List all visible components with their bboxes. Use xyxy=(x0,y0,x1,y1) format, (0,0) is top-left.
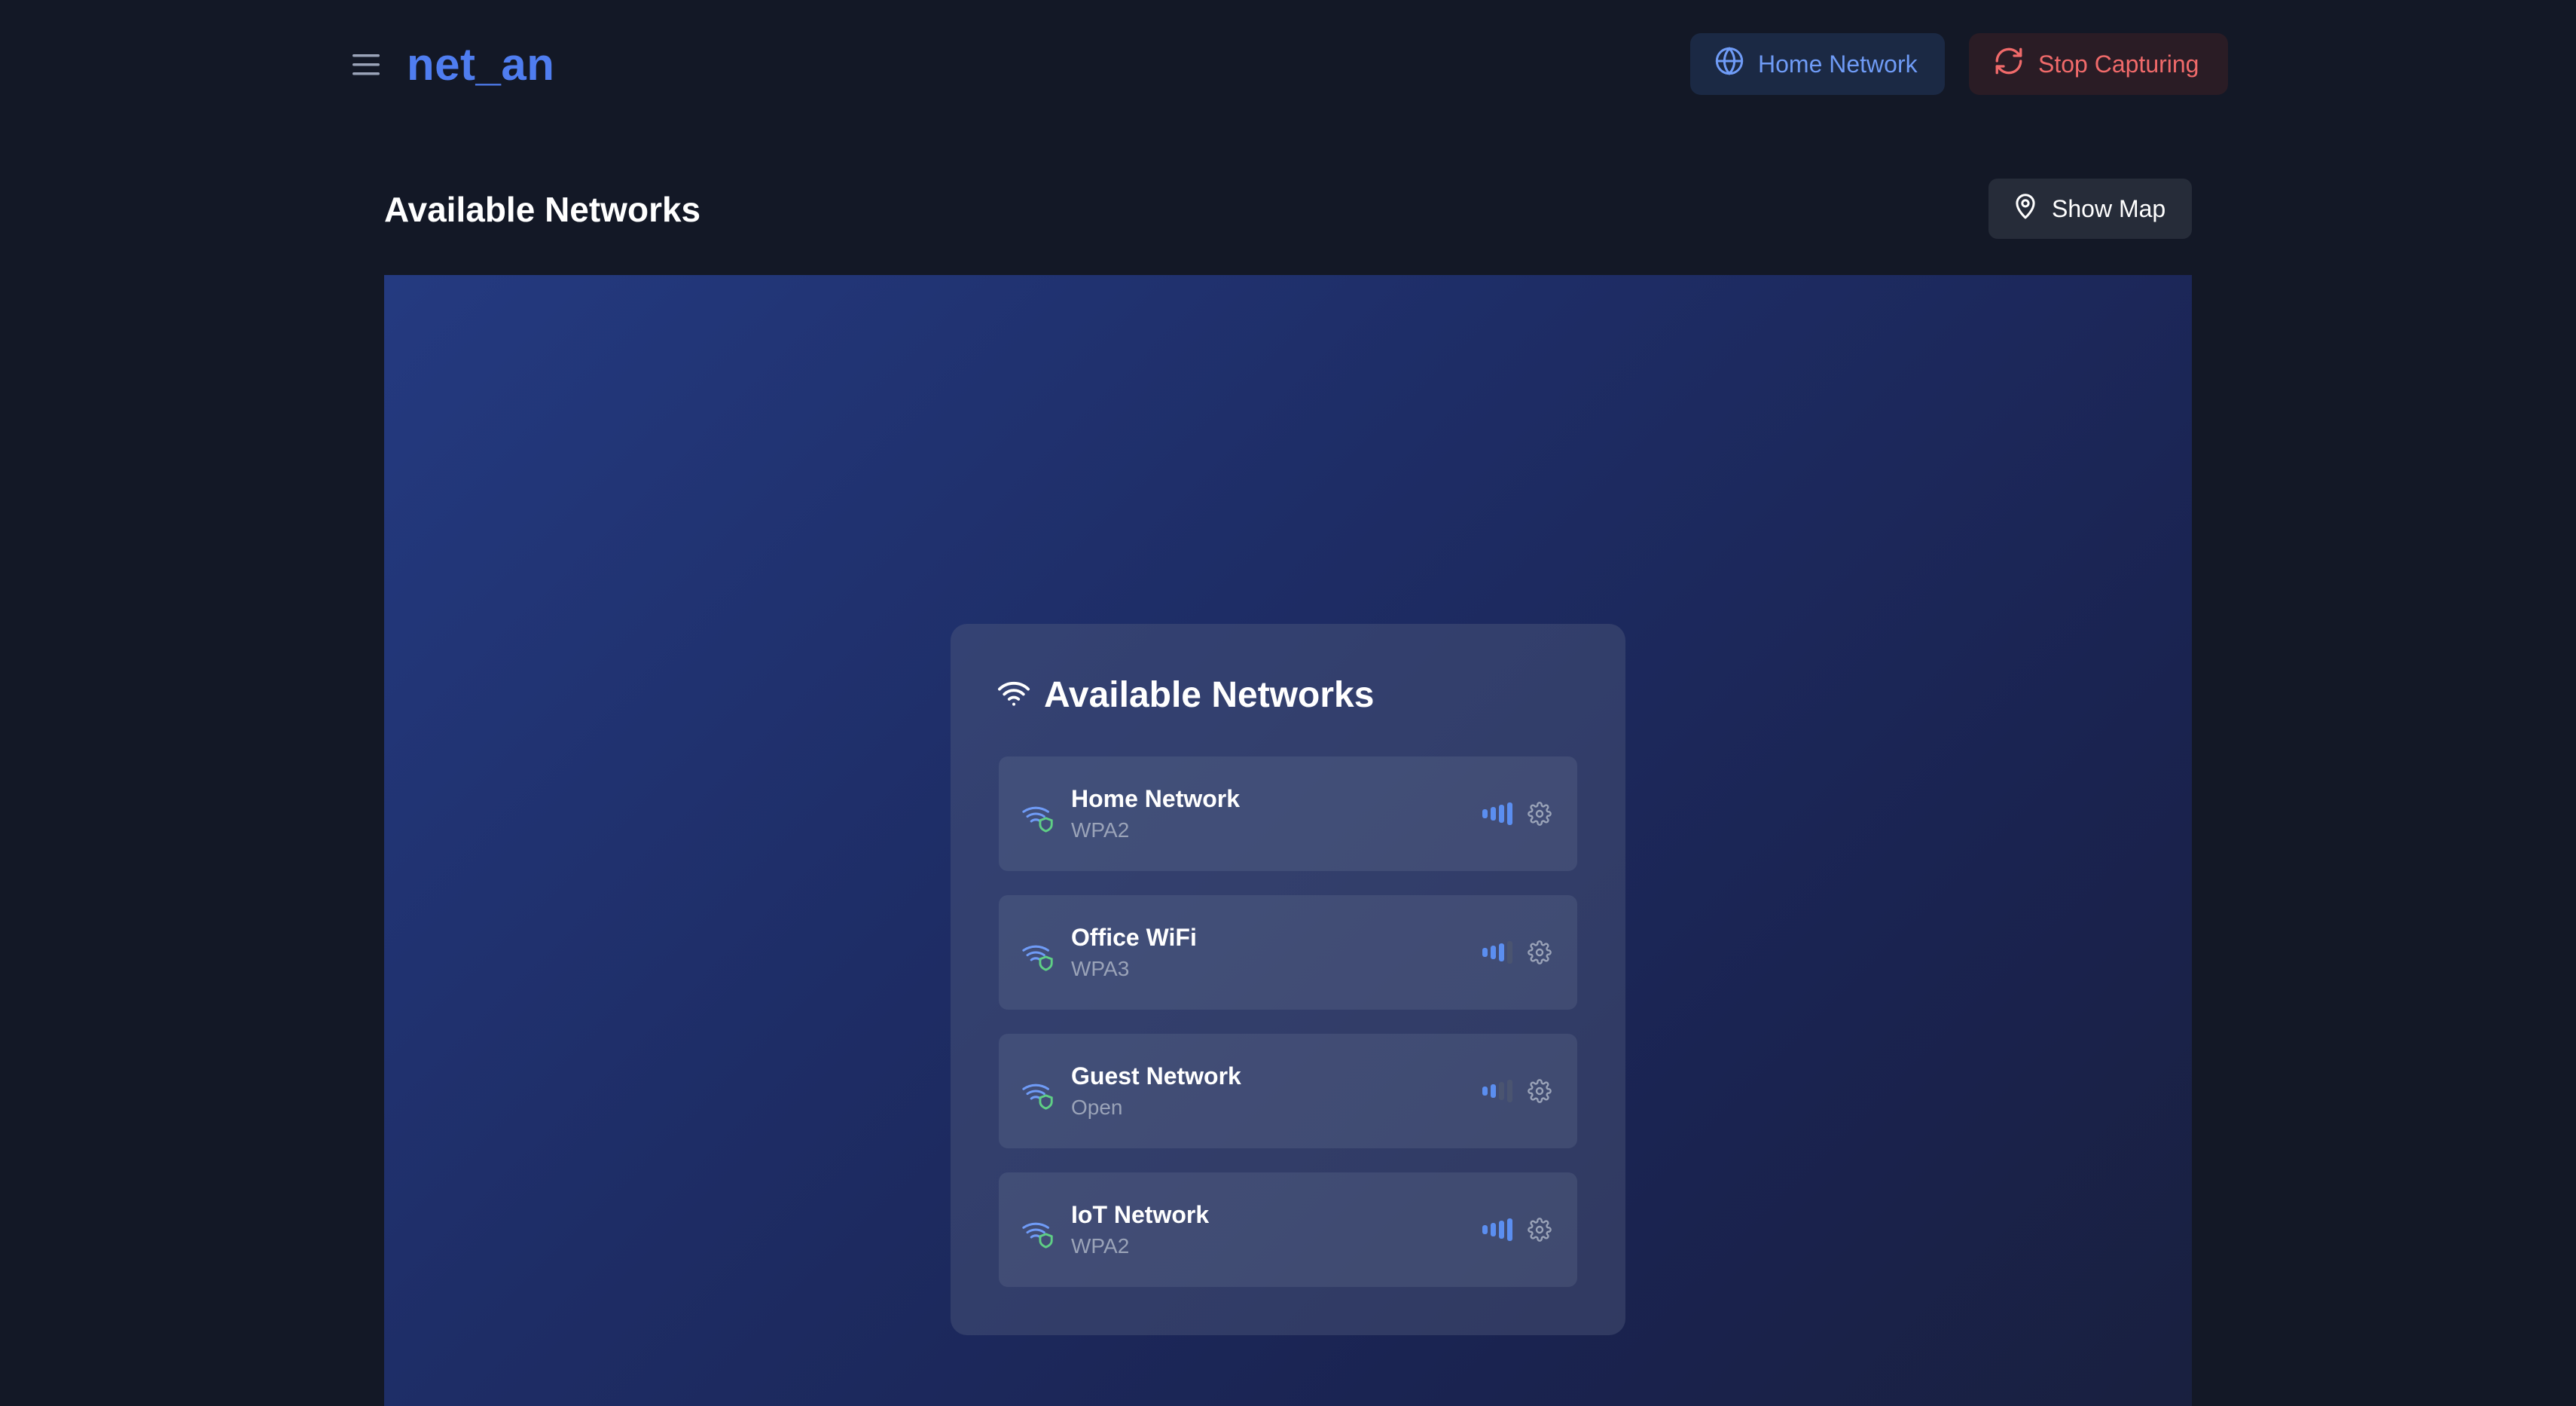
network-row[interactable]: Guest Network Open xyxy=(999,1034,1577,1148)
signal-bar xyxy=(1482,1225,1488,1234)
signal-strength-icon xyxy=(1482,802,1512,825)
signal-bar xyxy=(1499,805,1504,823)
network-name: Guest Network xyxy=(1071,1062,1241,1090)
wifi-secure-icon xyxy=(1021,799,1056,833)
signal-strength-icon xyxy=(1482,1080,1512,1102)
signal-bar xyxy=(1482,948,1488,957)
signal-bar xyxy=(1491,946,1496,959)
show-map-label: Show Map xyxy=(2052,194,2166,222)
current-network-button[interactable]: Home Network xyxy=(1690,33,1945,95)
panel-header: Available Networks xyxy=(997,671,1374,720)
gear-icon[interactable] xyxy=(1528,1218,1552,1242)
panel-title: Available Networks xyxy=(1044,675,1375,715)
signal-bar xyxy=(1482,809,1488,818)
gear-icon[interactable] xyxy=(1528,1079,1552,1103)
signal-strength-icon xyxy=(1482,1218,1512,1241)
map-pin-icon xyxy=(2011,191,2040,227)
wifi-secure-icon xyxy=(1021,1215,1056,1249)
network-row[interactable]: Office WiFi WPA3 xyxy=(999,895,1577,1010)
signal-bar xyxy=(1507,1218,1512,1241)
show-map-button[interactable]: Show Map xyxy=(1988,179,2192,239)
network-security: WPA3 xyxy=(1071,957,1130,980)
wifi-secure-icon xyxy=(1021,937,1056,972)
network-row[interactable]: Home Network WPA2 xyxy=(999,756,1577,871)
signal-bar xyxy=(1499,1082,1504,1100)
signal-bar xyxy=(1499,1221,1504,1239)
signal-bar xyxy=(1482,1087,1488,1096)
signal-bar xyxy=(1491,807,1496,821)
network-row[interactable]: IoT Network WPA2 xyxy=(999,1172,1577,1287)
network-list: Home Network WPA2 Office WiFi WPA3 Guest… xyxy=(999,756,1577,1311)
network-security: WPA2 xyxy=(1071,818,1130,842)
signal-bar xyxy=(1491,1223,1496,1236)
signal-bar xyxy=(1507,941,1512,964)
stop-capturing-label: Stop Capturing xyxy=(2038,50,2199,78)
signal-bar xyxy=(1507,802,1512,825)
current-network-label: Home Network xyxy=(1758,50,1918,78)
signal-bar xyxy=(1491,1084,1496,1098)
network-name: Home Network xyxy=(1071,785,1241,812)
signal-bar xyxy=(1499,943,1504,961)
network-security: Open xyxy=(1071,1096,1123,1119)
signal-bar xyxy=(1507,1080,1512,1102)
refresh-icon xyxy=(1993,45,2025,83)
gear-icon[interactable] xyxy=(1528,940,1552,964)
top-bar: net_an Home Network Stop Capturing xyxy=(0,0,2576,130)
network-hero-area: Available Networks Home Network WPA2 Off… xyxy=(384,275,2192,1406)
gear-icon[interactable] xyxy=(1528,802,1552,826)
page-title: Available Networks xyxy=(384,190,701,229)
network-security: WPA2 xyxy=(1071,1234,1130,1258)
globe-icon xyxy=(1714,46,1744,82)
signal-strength-icon xyxy=(1482,941,1512,964)
wifi-icon xyxy=(997,679,1030,713)
hamburger-menu-icon[interactable] xyxy=(343,42,389,87)
stop-capturing-button[interactable]: Stop Capturing xyxy=(1969,33,2228,95)
network-name: Office WiFi xyxy=(1071,924,1197,951)
available-networks-panel: Available Networks Home Network WPA2 Off… xyxy=(951,624,1625,1335)
wifi-secure-icon xyxy=(1021,1076,1056,1111)
app-logo-title[interactable]: net_an xyxy=(407,35,554,95)
network-name: IoT Network xyxy=(1071,1201,1210,1228)
